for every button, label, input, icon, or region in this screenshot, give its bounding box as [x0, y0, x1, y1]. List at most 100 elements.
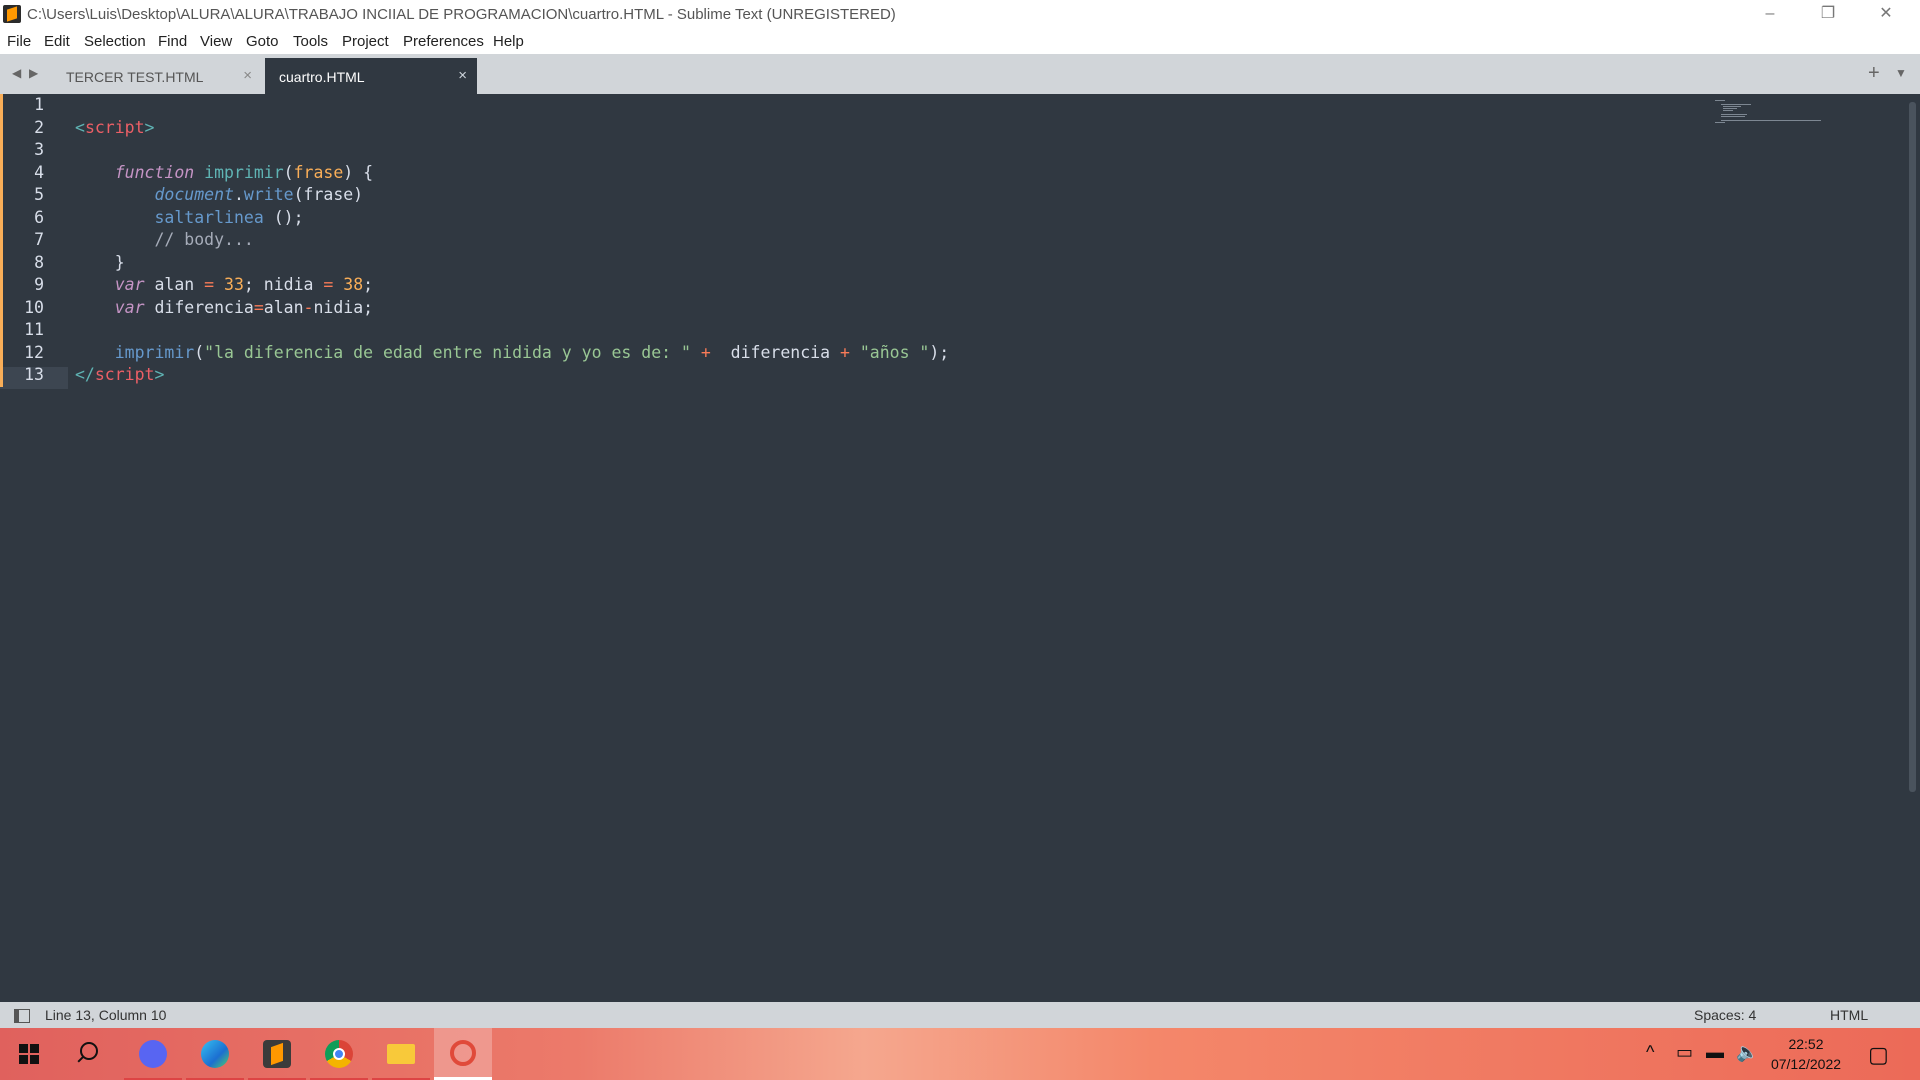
line-number: 9 — [34, 275, 44, 294]
cursor-position[interactable]: Line 13, Column 10 — [45, 1007, 166, 1023]
minimize-button[interactable]: – — [1742, 0, 1798, 28]
line-number: 3 — [34, 140, 44, 159]
code-token: ; nidia — [243, 275, 324, 294]
code-token: </ — [75, 365, 95, 384]
line-number: 5 — [34, 185, 44, 204]
volume-icon[interactable]: 🔈 — [1736, 1042, 1758, 1063]
windows-taskbar: ^ ▭ ▬ 🔈 22:52 07/12/2022 ▢ — [0, 1028, 1920, 1080]
new-tab-icon[interactable]: + — [1868, 62, 1880, 85]
code-token: . — [233, 185, 244, 204]
code-token: + — [700, 342, 711, 362]
code-line[interactable]: </script> — [75, 365, 164, 384]
menu-selection[interactable]: Selection — [84, 33, 146, 50]
battery-icon[interactable]: ▬ — [1706, 1042, 1724, 1063]
code-token: - — [303, 297, 314, 317]
menu-edit[interactable]: Edit — [44, 33, 70, 50]
network-icon[interactable]: ▭ — [1676, 1042, 1693, 1063]
tab-bar: ◀ ▶ TERCER TEST.HTML × cuartro.HTML × + … — [0, 54, 1920, 94]
line-number: 4 — [34, 162, 44, 182]
code-token: alan — [263, 297, 304, 317]
chrome-app[interactable] — [310, 1028, 368, 1080]
code-line[interactable]: imprimir("la diferencia de edad entre ni… — [75, 342, 950, 362]
menu-goto[interactable]: Goto — [246, 33, 279, 50]
menu-tools[interactable]: Tools — [293, 33, 328, 50]
search-button[interactable] — [60, 1028, 118, 1080]
code-token: > — [154, 365, 165, 384]
status-bar: Line 13, Column 10 Spaces: 4 HTML — [0, 1002, 1920, 1028]
menu-project[interactable]: Project — [342, 33, 389, 50]
code-line[interactable]: function imprimir(frase) { — [75, 163, 373, 182]
tray-chevron-icon[interactable]: ^ — [1646, 1042, 1654, 1063]
code-line[interactable]: var diferencia=alan-nidia; — [75, 298, 373, 317]
code-line[interactable]: <script> — [75, 118, 154, 137]
menu-preferences[interactable]: Preferences — [403, 33, 484, 50]
vertical-scrollbar[interactable] — [1906, 94, 1920, 1002]
snipping-tool-app[interactable] — [434, 1028, 492, 1080]
code-token: diferencia — [144, 297, 254, 317]
line-number: 1 — [34, 95, 44, 114]
windows-icon — [19, 1044, 39, 1064]
chrome-icon — [325, 1040, 353, 1068]
line-number: 6 — [34, 207, 44, 227]
code-token: nidia; — [313, 297, 374, 317]
close-button[interactable]: ✕ — [1858, 0, 1914, 28]
menu-file[interactable]: File — [7, 33, 31, 50]
syntax-mode[interactable]: HTML — [1830, 1007, 1868, 1023]
code-token: ) { — [343, 162, 374, 182]
code-editor[interactable]: 1 2 3 4 5 6 7 8 9 10 11 12 13 <script> function impr… — [0, 94, 1906, 1002]
code-token: // body... — [154, 230, 254, 249]
start-button[interactable] — [0, 1028, 58, 1080]
tab-dropdown-icon[interactable]: ▼ — [1895, 66, 1907, 80]
line-number: 8 — [34, 252, 44, 272]
system-clock[interactable]: 22:52 07/12/2022 — [1766, 1034, 1846, 1074]
tab-nav-left-icon[interactable]: ◀ — [12, 66, 21, 80]
tab-nav-right-icon[interactable]: ▶ — [29, 66, 38, 80]
sublime-app[interactable] — [248, 1028, 306, 1080]
code-line[interactable]: // body... — [75, 230, 254, 249]
menu-view[interactable]: View — [200, 33, 232, 50]
tab-cuartro[interactable]: cuartro.HTML × — [265, 58, 477, 94]
code-token: = — [253, 297, 264, 317]
code-token: var — [114, 275, 145, 294]
line-number: 2 — [34, 117, 44, 137]
tab-close-icon[interactable]: × — [243, 67, 252, 84]
tab-tercer-test[interactable]: TERCER TEST.HTML × — [52, 58, 262, 94]
restore-button[interactable]: ❐ — [1800, 0, 1856, 28]
line-number: 13 — [24, 365, 44, 384]
code-line[interactable]: var alan = 33; nidia = 38; — [75, 275, 373, 294]
code-token: 38 — [343, 275, 364, 294]
menu-find[interactable]: Find — [158, 33, 187, 50]
menu-help[interactable]: Help — [493, 33, 524, 50]
menu-bar: File Edit Selection Find View Goto Tools… — [0, 28, 1920, 54]
discord-app[interactable] — [124, 1028, 182, 1080]
code-token: frase — [293, 162, 344, 182]
code-line[interactable]: saltarlinea (); — [75, 208, 303, 227]
code-token: document — [154, 185, 234, 204]
edge-app[interactable] — [186, 1028, 244, 1080]
code-line[interactable]: document.write(frase) — [75, 185, 363, 204]
window-title: C:\Users\Luis\Desktop\ALURA\ALURA\TRABAJ… — [27, 6, 896, 23]
notifications-icon[interactable]: ▢ — [1868, 1042, 1889, 1068]
clock-date: 07/12/2022 — [1770, 1056, 1842, 1072]
code-token: diferencia — [710, 342, 840, 362]
scrollbar-thumb[interactable] — [1909, 102, 1916, 792]
folder-icon — [387, 1044, 415, 1064]
indentation-setting[interactable]: Spaces: 4 — [1694, 1007, 1756, 1023]
panel-toggle-icon[interactable] — [14, 1009, 30, 1023]
sublime-icon — [263, 1040, 291, 1068]
code-line[interactable]: } — [75, 253, 125, 272]
code-token: = — [204, 275, 215, 294]
file-explorer-app[interactable] — [372, 1028, 430, 1080]
line-number: 7 — [34, 230, 44, 249]
code-token: write — [243, 185, 294, 204]
tab-close-icon[interactable]: × — [458, 67, 467, 84]
minimap[interactable] — [1715, 100, 1825, 140]
line-number: 10 — [24, 297, 44, 317]
